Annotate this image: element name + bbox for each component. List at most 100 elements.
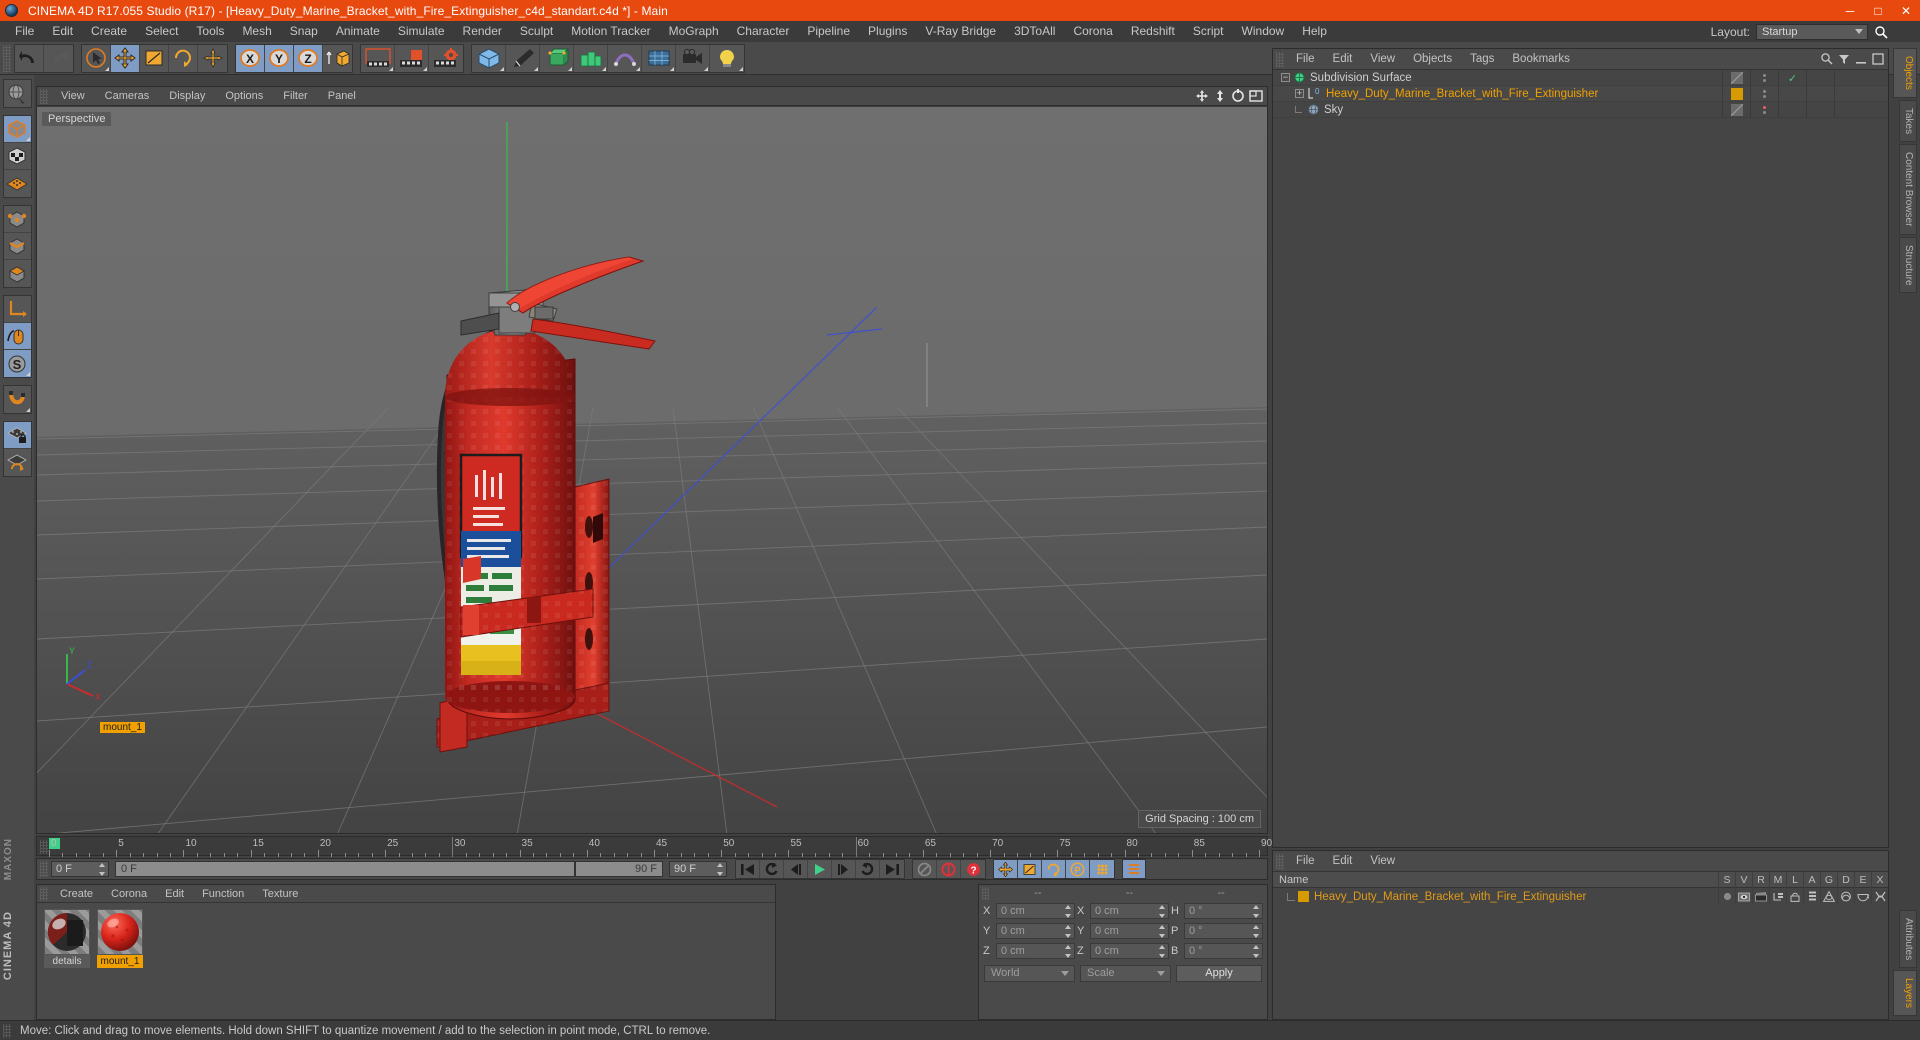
move-view-icon[interactable] [1195, 89, 1209, 103]
magnet-tool-button[interactable] [4, 386, 31, 413]
menu-vray-bridge[interactable]: V-Ray Bridge [916, 21, 1005, 42]
play-button[interactable] [808, 860, 832, 878]
menu-mesh[interactable]: Mesh [233, 21, 280, 42]
keyframe-selection-button[interactable]: ? [961, 860, 985, 878]
minimize-panel-icon[interactable] [1855, 53, 1867, 65]
maximize-view-icon[interactable] [1249, 89, 1263, 103]
animation-toggle[interactable] [1803, 888, 1820, 905]
layer-row-heavy-duty[interactable]: Heavy_Duty_Marine_Bracket_with_Fire_Exti… [1273, 888, 1888, 905]
menu-plugins[interactable]: Plugins [859, 21, 916, 42]
menu-select[interactable]: Select [136, 21, 187, 42]
previous-keyframe-button[interactable] [760, 860, 784, 878]
timeline-layout-button[interactable] [1123, 860, 1145, 878]
lock-workplane-button[interactable] [3, 422, 31, 449]
make-editable-button[interactable] [4, 80, 31, 107]
column-g[interactable]: G [1820, 872, 1837, 888]
rot-h-field[interactable]: 0 ° [1184, 903, 1263, 919]
record-active-objects-button[interactable] [937, 860, 961, 878]
menu-tools[interactable]: Tools [187, 21, 233, 42]
layer-menu-edit[interactable]: Edit [1324, 851, 1362, 872]
column-s[interactable]: S [1718, 872, 1735, 888]
menu-redshift[interactable]: Redshift [1122, 21, 1184, 42]
tag-extra-subdivision[interactable] [1806, 70, 1834, 86]
step-forward-button[interactable] [832, 860, 856, 878]
undo-button[interactable] [15, 44, 44, 72]
point-level-animation-toggle[interactable] [1090, 860, 1114, 878]
menu-edit[interactable]: Edit [43, 21, 82, 42]
end-frame-field[interactable]: 90 F [669, 861, 727, 877]
generator-toggle[interactable] [1820, 888, 1837, 905]
menu-character[interactable]: Character [728, 21, 799, 42]
object-menu-tags[interactable]: Tags [1461, 49, 1503, 70]
material-tag-heavy-duty[interactable] [1722, 86, 1750, 102]
viewport-grip[interactable] [40, 88, 48, 104]
close-button[interactable]: ✕ [1892, 0, 1920, 21]
object-panel-grip[interactable] [1276, 51, 1284, 67]
pos-z-stepper[interactable] [1065, 945, 1072, 958]
add-mograph-button[interactable] [574, 44, 608, 72]
viewport-menu-view[interactable]: View [51, 87, 95, 106]
menu-animate[interactable]: Animate [327, 21, 389, 42]
workplane-mode-button[interactable] [4, 170, 31, 197]
add-light-button[interactable] [710, 45, 744, 72]
layer-menu-file[interactable]: File [1287, 851, 1324, 872]
points-mode-button[interactable] [3, 206, 31, 233]
viewport-menu-cameras[interactable]: Cameras [95, 87, 160, 106]
menu-render[interactable]: Render [454, 21, 511, 42]
tag-extra-sky[interactable] [1806, 102, 1834, 118]
viewport-label[interactable]: Perspective [41, 111, 113, 127]
rotate-tool[interactable] [169, 44, 198, 72]
current-frame-stepper[interactable] [99, 863, 106, 876]
rot-b-field[interactable]: 0 ° [1184, 943, 1263, 959]
edges-mode-button[interactable] [3, 233, 31, 260]
pos-y-stepper[interactable] [1065, 925, 1072, 938]
tab-structure[interactable]: Structure [1899, 236, 1917, 294]
lock-x-axis[interactable]: X [236, 44, 265, 72]
menu-corona[interactable]: Corona [1064, 21, 1121, 42]
viewport-menu-display[interactable]: Display [159, 87, 215, 106]
layer-panel-grip[interactable] [1276, 853, 1284, 869]
render-view-button[interactable] [361, 44, 395, 72]
preview-range-scrubber[interactable]: 0 F [115, 861, 575, 877]
anim-toolbar-grip[interactable] [40, 861, 48, 877]
tree-expander-subdivision[interactable]: − [1281, 73, 1293, 82]
coordinate-system-dropdown[interactable]: World [984, 965, 1075, 982]
tab-objects[interactable]: Objects [1893, 48, 1917, 98]
lock-z-axis[interactable]: Z [294, 44, 323, 72]
texture-mode-button[interactable] [3, 143, 31, 170]
menu-create[interactable]: Create [82, 21, 136, 42]
xref-toggle[interactable] [1871, 888, 1888, 905]
menu-file[interactable]: File [6, 21, 43, 42]
viewport-menu-options[interactable]: Options [215, 87, 273, 106]
tag-slot-subdivision[interactable] [1722, 70, 1750, 86]
scale-mode-button[interactable]: S [3, 350, 31, 377]
enable-check-subdivision[interactable]: ✓ [1778, 70, 1806, 86]
material-item-details[interactable]: details [44, 909, 90, 968]
position-key-toggle[interactable] [994, 860, 1018, 878]
column-a[interactable]: A [1803, 872, 1820, 888]
lock-toggle[interactable] [1786, 888, 1803, 905]
timeline-ruler[interactable]: 0 5 10 15 20 25 30 35 40 45 50 55 60 65 70 75 80 85 90 [36, 836, 1272, 857]
material-menu-edit[interactable]: Edit [156, 885, 193, 903]
pos-y-field[interactable]: 0 cm [996, 923, 1075, 939]
parameter-key-toggle[interactable]: P [1066, 860, 1090, 878]
go-to-end-button[interactable] [880, 860, 904, 878]
offset-tool[interactable] [198, 45, 227, 72]
add-environment-button[interactable] [642, 44, 676, 72]
select-tool[interactable] [82, 44, 111, 72]
rot-b-stepper[interactable] [1253, 945, 1260, 958]
material-menu-function[interactable]: Function [193, 885, 253, 903]
menu-script[interactable]: Script [1184, 21, 1233, 42]
tab-content-browser[interactable]: Content Browser [1899, 144, 1917, 235]
step-back-button[interactable] [784, 860, 808, 878]
material-menu-create[interactable]: Create [51, 885, 102, 903]
layer-menu-view[interactable]: View [1361, 851, 1404, 872]
rot-p-field[interactable]: 0 ° [1184, 923, 1263, 939]
tag-extra2-heavy-duty[interactable] [1834, 86, 1862, 102]
rotate-view-icon[interactable] [1231, 89, 1245, 103]
object-menu-edit[interactable]: Edit [1324, 49, 1362, 70]
material-menu-corona[interactable]: Corona [102, 885, 156, 903]
object-menu-file[interactable]: File [1287, 49, 1324, 70]
go-to-start-button[interactable] [736, 860, 760, 878]
toolbar-grip[interactable] [3, 44, 11, 72]
